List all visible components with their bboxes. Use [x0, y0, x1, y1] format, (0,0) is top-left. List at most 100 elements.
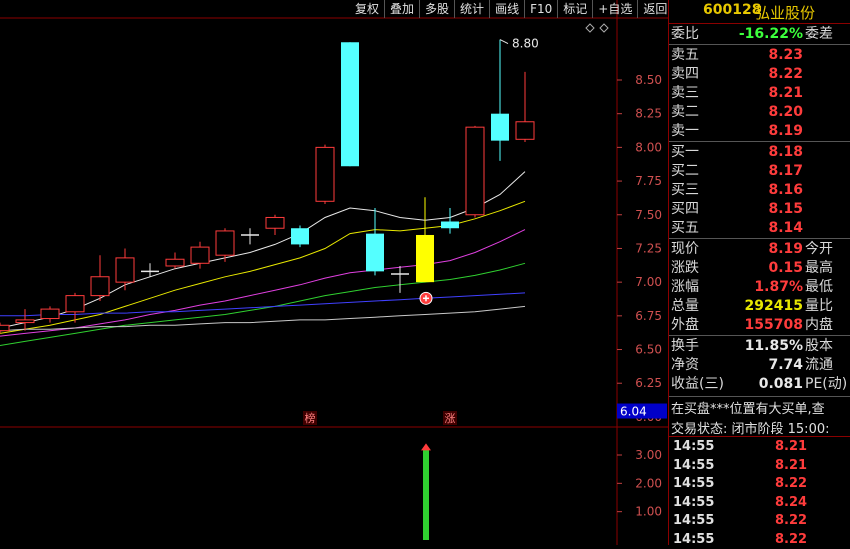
quote-value: 8.17	[768, 163, 803, 179]
candle	[441, 208, 459, 234]
toolbar-button-6[interactable]: 标记	[557, 0, 592, 18]
quote-label-2: PE(动)	[805, 376, 848, 392]
high-marker-label: 8.80	[512, 37, 539, 51]
quote-row: 净资 7.74 流通	[669, 355, 850, 375]
tick-price: 8.22	[775, 476, 808, 491]
candle-body	[341, 42, 359, 167]
quote-row: 买五 8.14	[669, 218, 850, 238]
quote-value: 8.22	[768, 66, 803, 82]
candle-body	[40, 308, 60, 320]
quote-label: 卖五	[671, 47, 699, 63]
candle-body	[291, 228, 309, 245]
candle-body	[416, 234, 434, 283]
toolbar-button-3[interactable]: 统计	[454, 0, 489, 18]
stock-title: 600128 弘业股份	[669, 0, 850, 22]
tick-price: 8.21	[775, 439, 808, 454]
quote-label: 涨幅	[671, 279, 699, 295]
tick-row: 14:55 8.24	[673, 494, 807, 512]
quote-value: 8.19	[768, 241, 803, 257]
quote-value: 7.74	[768, 357, 803, 373]
quote-label-2: 今开	[805, 241, 833, 257]
candle-body	[215, 230, 235, 256]
tick-price: 8.22	[775, 531, 808, 547]
toolbar-button-2[interactable]: 多股	[419, 0, 454, 18]
tick-row: 14:55 8.22	[673, 475, 807, 493]
price-tick-label: 7.25	[635, 241, 662, 255]
price-tick-label: 7.75	[635, 174, 662, 188]
quote-label: 委比	[671, 26, 699, 42]
quote-label: 买一	[671, 144, 699, 160]
toolbar-button-4[interactable]: 画线	[489, 0, 524, 18]
quote-row: 总量 292415 量比	[669, 296, 850, 316]
quote-row: 委比 -16.22% 委差	[669, 24, 850, 44]
candle-body	[265, 216, 285, 229]
quote-value: 8.14	[768, 220, 803, 236]
price-tick-label: 8.00	[635, 140, 662, 154]
diamond-icon	[599, 23, 609, 33]
price-tick-label: 7.00	[635, 275, 662, 289]
toolbar-button-1[interactable]: 叠加	[384, 0, 419, 18]
quote-label-2: 流通	[805, 357, 833, 373]
candle	[115, 248, 135, 291]
quote-value: 8.18	[768, 144, 803, 160]
quote-value: 11.85%	[744, 338, 803, 354]
kline-chart[interactable]: 8.50 8.25 8.00 7.75 7.50 7.25 7.00 6.75 6.50 6.25…	[0, 0, 668, 545]
candle-body	[65, 295, 85, 313]
tick-row: 14:55 8.22	[673, 531, 807, 549]
tick-row: 14:55 8.22	[673, 512, 807, 530]
candle	[391, 265, 409, 293]
tick-price: 8.22	[775, 513, 808, 528]
quote-row: 涨跌 0.15 最高	[669, 258, 850, 278]
candle-body	[465, 126, 485, 216]
toolbar-button-7[interactable]: +自选	[592, 0, 637, 18]
event-marker: 榜	[305, 411, 316, 425]
candle	[291, 225, 309, 248]
quote-label: 买五	[671, 220, 699, 236]
quote-label: 买三	[671, 182, 699, 198]
volume-tick-label: 1.00	[635, 505, 662, 519]
candle-body	[441, 221, 459, 229]
toolbar-button-0[interactable]: 复权	[350, 0, 384, 18]
candle-body	[15, 319, 35, 324]
candle-body	[190, 246, 210, 264]
quote-row: 买四 8.15	[669, 199, 850, 219]
moving-average-lines	[0, 171, 526, 346]
tick-time: 14:55	[673, 476, 715, 491]
candle	[491, 39, 509, 161]
up-arrow-icon	[421, 443, 431, 451]
tick-time: 14:55	[673, 513, 715, 528]
volume-tick-label: 3.00	[635, 448, 662, 462]
price-tick-label: 8.50	[635, 73, 662, 87]
stock-code: 600128	[703, 2, 762, 18]
quote-label-2: 内盘	[805, 317, 833, 333]
tick-time: 14:55	[673, 457, 715, 473]
quote-value: 0.081	[758, 376, 803, 392]
quote-label-2: 最低	[805, 279, 833, 295]
quote-label: 总量	[671, 298, 699, 314]
price-tick-label: 6.50	[635, 343, 662, 357]
price-tick-label: 7.50	[635, 208, 662, 222]
quote-value: 8.16	[768, 182, 803, 198]
quote-label: 买二	[671, 163, 699, 179]
quote-row: 换手 11.85% 股本	[669, 336, 850, 356]
toolbar-button-5[interactable]: F10	[524, 0, 557, 18]
candle-body	[315, 146, 335, 202]
quote-value: 8.19	[768, 123, 803, 139]
tick-price: 8.21	[775, 457, 808, 473]
quote-label: 买四	[671, 201, 699, 217]
quote-value: 8.21	[768, 85, 803, 101]
alert-message: 在买盘***位置有大买单,查	[671, 402, 825, 417]
tick-row: 14:55 8.21	[673, 457, 807, 475]
quote-value: 0.15	[768, 260, 803, 276]
quote-row: 卖四 8.22	[669, 64, 850, 84]
high-marker-line	[499, 39, 509, 45]
quote-row: 收益(三) 0.081 PE(动)	[669, 374, 850, 394]
tick-price: 8.24	[775, 494, 808, 510]
quote-label: 净资	[671, 357, 699, 373]
quote-label-2: 最高	[805, 260, 833, 276]
candle-body	[491, 113, 509, 141]
quote-label: 卖二	[671, 104, 699, 120]
candle-body	[115, 257, 135, 283]
candle-body	[165, 258, 185, 267]
quote-label-2: 量比	[805, 298, 833, 314]
